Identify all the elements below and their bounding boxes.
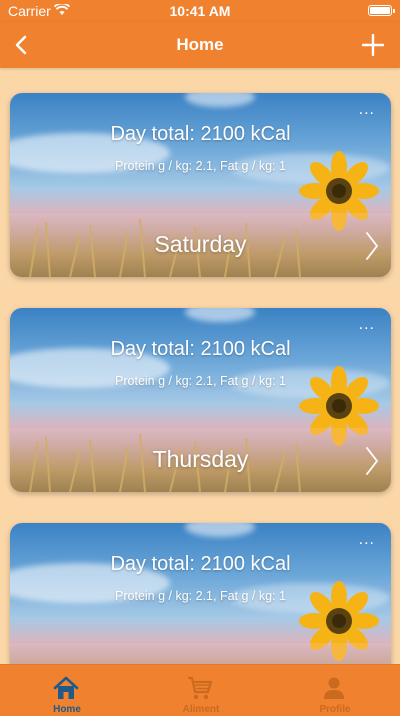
battery-icon (368, 5, 395, 16)
add-icon[interactable] (362, 34, 384, 56)
tab-bar: Home Aliment Profile (0, 664, 400, 716)
day-card[interactable]: Day total: 2100 kCal Protein g / kg: 2.1… (10, 308, 391, 492)
tab-profile-label: Profile (319, 704, 351, 715)
day-card[interactable]: Day total: 2100 kCal Protein g / kg: 2.1… (10, 93, 391, 277)
chevron-right-icon (366, 447, 379, 475)
day-card[interactable]: Day total: 2100 kCal Protein g / kg: 2.1… (10, 523, 391, 664)
day-total-label: Day total: 2100 kCal (110, 553, 291, 575)
tab-home-label: Home (53, 704, 81, 715)
macros-label: Protein g / kg: 2.1, Fat g / kg: 1 (115, 589, 286, 603)
person-icon (324, 677, 344, 699)
page-title: Home (176, 35, 224, 54)
macros-label: Protein g / kg: 2.1, Fat g / kg: 1 (115, 159, 286, 173)
day-total-label: Day total: 2100 kCal (110, 123, 291, 145)
day-total-label: Day total: 2100 kCal (110, 338, 291, 360)
day-list: Day total: 2100 kCal Protein g / kg: 2.1… (0, 68, 400, 664)
status-bar: Carrier 10:41 AM (0, 0, 400, 22)
navigation-bar: Home (0, 22, 400, 68)
more-options-button[interactable]: ... (359, 317, 375, 333)
tab-aliment[interactable]: Aliment (134, 665, 268, 716)
macros-label: Protein g / kg: 2.1, Fat g / kg: 1 (115, 374, 286, 388)
day-name-label: Saturday (154, 231, 247, 257)
tab-profile[interactable]: Profile (268, 665, 400, 716)
more-options-button[interactable]: ... (359, 532, 375, 548)
day-name-label: Thursday (152, 446, 249, 472)
cart-icon (188, 676, 213, 700)
chevron-right-icon (366, 232, 379, 260)
tab-aliment-label: Aliment (182, 704, 220, 715)
tab-home[interactable]: Home (0, 665, 134, 716)
home-icon (53, 676, 79, 699)
status-time: 10:41 AM (169, 3, 231, 19)
more-options-button[interactable]: ... (359, 102, 375, 118)
